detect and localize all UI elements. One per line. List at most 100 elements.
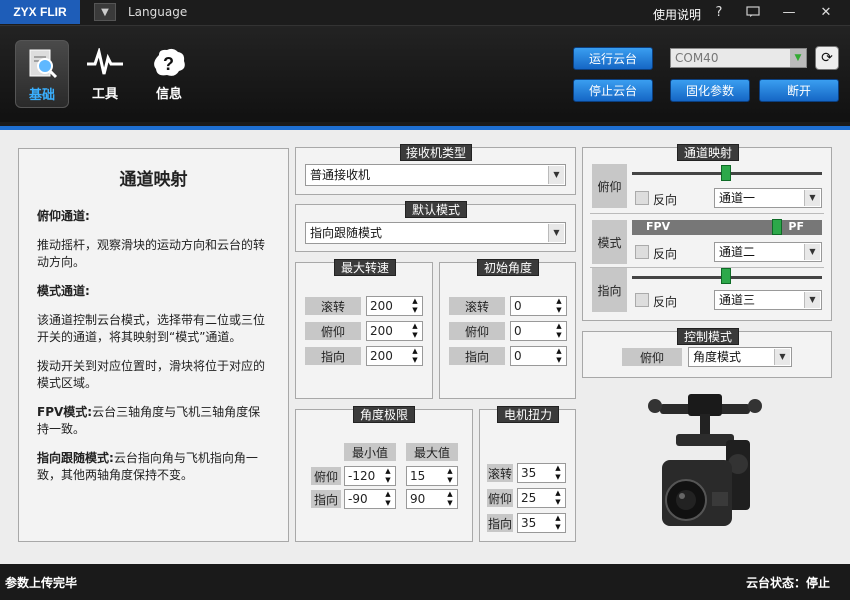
channel-mode-label: 模式 [592, 220, 627, 264]
receiver-title: 接收机类型 [400, 144, 472, 161]
spin-arrows-icon[interactable]: ▲ ▼ [383, 467, 393, 485]
motor-torque-pitch-value: 25 [521, 491, 537, 505]
max-speed-roll-input[interactable]: 200 ▲ ▼ [366, 296, 423, 316]
spin-arrows-icon[interactable]: ▲ ▼ [410, 347, 420, 365]
channel-mode-reverse-label: 反向 [653, 247, 678, 261]
motor-torque-pitch-label: 俯仰 [487, 489, 513, 507]
init-angle-roll-label: 滚转 [449, 297, 505, 315]
max-speed-yaw-input[interactable]: 200 ▲ ▼ [366, 346, 423, 366]
angle-limit-yaw-min-input[interactable]: -90 ▲ ▼ [344, 489, 396, 509]
run-gimbal-button[interactable]: 运行云台 [573, 47, 653, 70]
channel-pitch-select[interactable]: 通道一 ▼ [714, 188, 822, 208]
channel-pitch-reverse-checkbox[interactable] [635, 191, 649, 205]
angle-limit-pitch-max-input[interactable]: 15 ▲ ▼ [406, 466, 458, 486]
receiver-select[interactable]: 普通接收机 ▼ [305, 164, 566, 186]
channel-mode-fpv-zone: FPV [646, 220, 671, 233]
refresh-icon[interactable]: ⟳ [815, 46, 839, 70]
max-speed-pitch-label: 俯仰 [305, 322, 361, 340]
save-params-button[interactable]: 固化参数 [670, 79, 750, 102]
max-speed-yaw-value: 200 [370, 349, 393, 363]
help-panel: 通道映射 俯仰通道: 推动摇杆，观察滑块的运动方向和云台的转动方向。 模式通道:… [18, 148, 289, 542]
language-label[interactable]: Language [128, 5, 187, 19]
gimbal-status: 云台状态：停止 [745, 576, 830, 590]
gimbal-camera-image [640, 390, 770, 540]
motor-torque-roll-label: 滚转 [487, 464, 513, 482]
default-mode-value: 指向跟随模式 [310, 226, 383, 240]
help-manual-link[interactable]: 使用说明 [653, 6, 701, 23]
help-icon[interactable]: ? [706, 2, 732, 22]
spin-arrows-icon[interactable]: ▲ ▼ [445, 467, 455, 485]
spin-arrows-icon[interactable]: ▲ ▼ [410, 297, 420, 315]
spin-arrows-icon[interactable]: ▲ ▼ [383, 490, 393, 508]
init-angle-pitch-input[interactable]: 0 ▲ ▼ [510, 321, 567, 341]
motor-torque-title: 电机扭力 [497, 406, 559, 423]
channel-mode-pf-zone: PF [788, 220, 804, 233]
spin-arrows-icon[interactable]: ▲ ▼ [445, 490, 455, 508]
channel-map-title: 通道映射 [677, 144, 739, 161]
nav-tools[interactable]: 工具 [78, 40, 132, 108]
receiver-value: 普通接收机 [310, 168, 371, 182]
feedback-icon[interactable] [740, 2, 766, 22]
com-port-select[interactable]: COM40 ▼ [670, 48, 807, 68]
spin-arrows-icon[interactable]: ▲ ▼ [554, 297, 564, 315]
init-angle-pitch-value: 0 [514, 324, 522, 338]
angle-limit-min-header: 最小值 [344, 443, 396, 461]
minimize-icon[interactable]: — [776, 2, 802, 22]
channel-yaw-select[interactable]: 通道三 ▼ [714, 290, 822, 310]
control-mode-select[interactable]: 角度模式 ▼ [688, 347, 792, 367]
angle-limit-yaw-label: 指向 [311, 490, 341, 508]
nav-info-label: 信息 [155, 87, 182, 102]
max-speed-pitch-input[interactable]: 200 ▲ ▼ [366, 321, 423, 341]
init-angle-yaw-value: 0 [514, 349, 522, 363]
channel-mode-zone-bar: FPV PF [632, 220, 822, 235]
channel-mode-slider-thumb [772, 219, 782, 235]
stop-gimbal-button[interactable]: 停止云台 [573, 79, 653, 102]
init-angle-roll-input[interactable]: 0 ▲ ▼ [510, 296, 567, 316]
angle-limit-pitch-min-input[interactable]: -120 ▲ ▼ [344, 466, 396, 486]
channel-yaw-value: 通道三 [719, 293, 756, 307]
motor-torque-yaw-input[interactable]: 35 ▲ ▼ [517, 513, 566, 533]
motor-torque-pitch-input[interactable]: 25 ▲ ▼ [517, 488, 566, 508]
info-cloud-icon: ? [147, 43, 191, 83]
angle-limit-title: 角度极限 [353, 406, 415, 423]
help-mode-heading: 模式通道: [37, 284, 90, 298]
spin-arrows-icon[interactable]: ▲ ▼ [410, 322, 420, 340]
title-bar: ZYX FLIR ▼ Language 使用说明 ? — ✕ [0, 0, 850, 26]
chevron-down-icon: ▼ [804, 292, 820, 308]
search-doc-icon [20, 44, 64, 84]
language-dropdown-icon[interactable]: ▼ [94, 3, 116, 21]
default-mode-select[interactable]: 指向跟随模式 ▼ [305, 222, 566, 244]
angle-limit-yaw-min-value: -90 [348, 492, 368, 506]
channel-mode-select[interactable]: 通道二 ▼ [714, 242, 822, 262]
angle-limit-max-header: 最大值 [406, 443, 458, 461]
spin-arrows-icon[interactable]: ▲ ▼ [553, 464, 563, 482]
spin-arrows-icon[interactable]: ▲ ▼ [554, 322, 564, 340]
angle-limit-pitch-label: 俯仰 [311, 467, 341, 485]
help-follow-heading: 指向跟随模式: [37, 451, 114, 465]
nav-tools-label: 工具 [91, 87, 118, 102]
channel-mode-value: 通道二 [719, 245, 756, 259]
channel-pitch-value: 通道一 [719, 191, 756, 205]
close-icon[interactable]: ✕ [813, 2, 839, 22]
disconnect-button[interactable]: 断开 [759, 79, 839, 102]
nav-info[interactable]: ? 信息 [142, 40, 196, 108]
spin-arrows-icon[interactable]: ▲ ▼ [553, 514, 563, 532]
channel-mode-reverse-checkbox[interactable] [635, 245, 649, 259]
com-port-value: COM40 [675, 51, 719, 65]
divider [590, 213, 824, 214]
nav-basic[interactable]: 基础 [15, 40, 69, 108]
max-speed-roll-label: 滚转 [305, 297, 361, 315]
init-angle-yaw-input[interactable]: 0 ▲ ▼ [510, 346, 567, 366]
max-speed-title: 最大转速 [334, 259, 396, 276]
chevron-down-icon: ▼ [804, 190, 820, 206]
spin-arrows-icon[interactable]: ▲ ▼ [553, 489, 563, 507]
help-mode-text2: 拨动开关到对应位置时，滑块将位于对应的模式区域。 [37, 359, 266, 390]
init-angle-yaw-label: 指向 [449, 347, 505, 365]
pulse-icon [83, 43, 127, 83]
angle-limit-yaw-max-input[interactable]: 90 ▲ ▼ [406, 489, 458, 509]
channel-yaw-reverse-checkbox[interactable] [635, 293, 649, 307]
channel-yaw-slider-thumb [721, 268, 731, 284]
chevron-down-icon: ▼ [774, 349, 790, 365]
spin-arrows-icon[interactable]: ▲ ▼ [554, 347, 564, 365]
motor-torque-roll-input[interactable]: 35 ▲ ▼ [517, 463, 566, 483]
